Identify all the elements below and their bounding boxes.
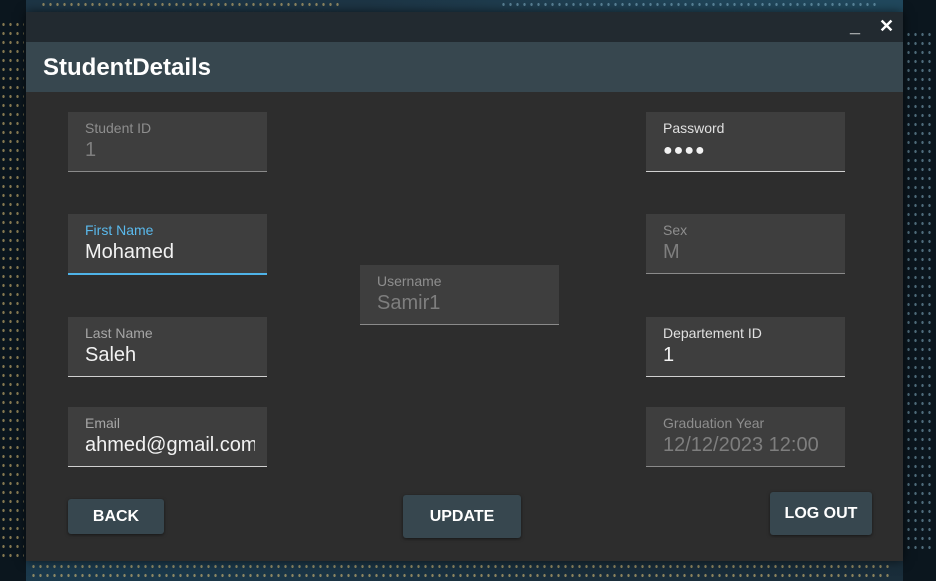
- last-name-field[interactable]: Last Name: [68, 317, 267, 377]
- first-name-input[interactable]: [85, 241, 255, 264]
- graduation-year-field: Graduation Year: [646, 407, 845, 467]
- student-id-label: Student ID: [85, 120, 152, 136]
- email-input[interactable]: [85, 434, 255, 457]
- close-icon[interactable]: ✕: [879, 15, 894, 37]
- department-id-label: Departement ID: [663, 325, 762, 341]
- username-label: Username: [377, 273, 442, 289]
- first-name-field[interactable]: First Name: [68, 214, 267, 275]
- password-label: Password: [663, 120, 725, 136]
- last-name-label: Last Name: [85, 325, 153, 341]
- back-button[interactable]: BACK: [68, 499, 164, 534]
- student-id-input: [85, 139, 255, 162]
- department-id-field[interactable]: Departement ID: [646, 317, 845, 377]
- department-id-input[interactable]: [663, 344, 833, 367]
- first-name-label: First Name: [85, 222, 154, 238]
- minimize-icon[interactable]: _: [850, 15, 860, 37]
- header-bar: StudentDetails: [26, 42, 903, 92]
- sex-label: Sex: [663, 222, 688, 238]
- password-field[interactable]: Password ●●●●: [646, 112, 845, 172]
- graduation-year-input: [663, 434, 833, 457]
- student-id-field: Student ID: [68, 112, 267, 172]
- username-input: [377, 292, 547, 315]
- sex-input: [663, 241, 833, 264]
- student-details-window: _ ✕ StudentDetails Student ID First Name…: [26, 12, 903, 561]
- username-field: Username: [360, 265, 559, 325]
- graduation-year-label: Graduation Year: [663, 415, 765, 431]
- email-field[interactable]: Email: [68, 407, 267, 467]
- password-input[interactable]: ●●●●: [663, 142, 706, 160]
- email-label: Email: [85, 415, 121, 431]
- window-titlebar: _ ✕: [26, 12, 903, 42]
- page-title: StudentDetails: [43, 54, 212, 81]
- last-name-input[interactable]: [85, 344, 255, 367]
- sex-field: Sex: [646, 214, 845, 274]
- update-button[interactable]: UPDATE: [403, 495, 521, 538]
- logout-button[interactable]: LOG OUT: [770, 492, 872, 535]
